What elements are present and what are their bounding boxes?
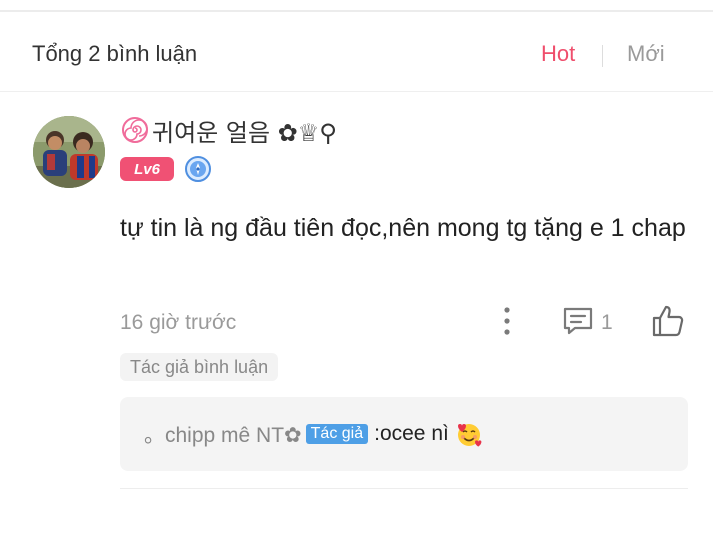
reply-author-badge: Tác giả <box>305 424 369 444</box>
avatar-photo <box>33 116 105 188</box>
comments-header: Tổng 2 bình luận Hot Mới <box>0 12 713 92</box>
comment-text: tự tin là ng đầu tiên đọc,nên mong tg tặ… <box>120 214 686 242</box>
sort-hot-tab[interactable]: Hot <box>541 41 575 67</box>
sort-new-tab[interactable]: Mới <box>627 41 665 67</box>
comment-divider <box>120 488 688 489</box>
level-badge: Lv6 <box>120 157 174 181</box>
reply-preview[interactable]: 。chipp mê NT✿ Tác giả : ocee nì <box>120 397 688 471</box>
comments-count-title: Tổng 2 bình luận <box>32 41 198 66</box>
reply-author: 。chipp mê NT✿ <box>144 424 302 447</box>
username: 귀여운 얼음 ✿♕⚲ <box>152 118 337 147</box>
sort-divider <box>602 45 603 67</box>
reply-icon[interactable] <box>561 305 595 337</box>
author-comment-tag: Tác giả bình luận <box>120 353 279 381</box>
spiral-icon <box>122 117 148 143</box>
reply-text: ocee nì <box>379 422 449 445</box>
avatar[interactable] <box>33 116 105 188</box>
comment-timestamp: 16 giờ trước <box>120 311 237 334</box>
smiling-face-with-hearts-icon <box>457 424 482 447</box>
medal-icon <box>185 156 211 182</box>
reply-count: 1 <box>601 311 613 334</box>
username-row[interactable]: 귀여운 얼음 ✿♕⚲ <box>120 113 337 147</box>
like-icon[interactable] <box>650 303 686 339</box>
more-icon[interactable] <box>495 304 519 338</box>
